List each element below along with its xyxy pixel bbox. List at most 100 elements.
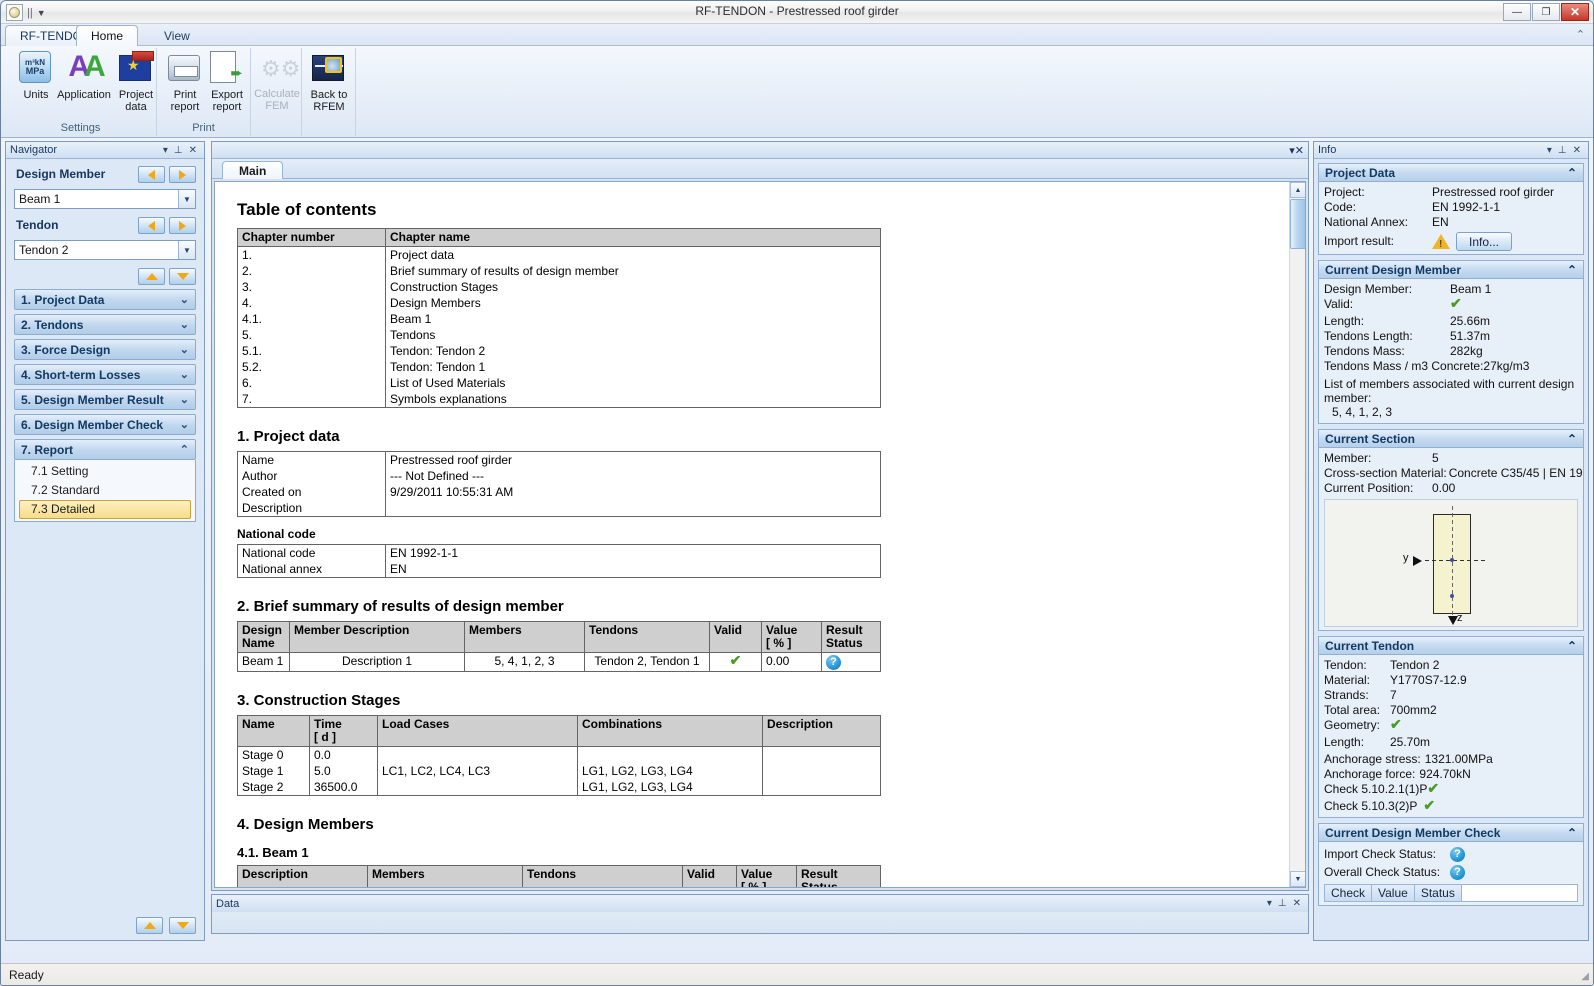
document-vertical-scrollbar[interactable]: ▲ ▼ — [1289, 182, 1305, 887]
cross-section-centroid-dot — [1450, 558, 1454, 562]
chevron-up-icon[interactable]: ⌃ — [1567, 263, 1577, 277]
toc-number: 5.2. — [237, 359, 386, 375]
question-mark-icon: ? — [826, 655, 841, 670]
document-close-icon[interactable]: ✕ — [1295, 144, 1304, 157]
field-value: EN 1992-1-1 — [385, 544, 881, 561]
navigator-body: Design Member Beam 1 ▼ Tendon Tendon 2 ▼… — [6, 159, 204, 940]
info-box-current-tendon-header[interactable]: Current Tendon ⌃ — [1318, 636, 1584, 655]
resize-grip-icon[interactable]: ◢ — [1581, 971, 1589, 982]
chevron-up-icon[interactable]: ⌃ — [1567, 639, 1577, 653]
sidebar-item-report-setting[interactable]: 7.1 Setting — [15, 462, 195, 481]
back-to-rfem-button[interactable]: Back to RFEM — [303, 51, 355, 117]
sidebar-item-report-standard[interactable]: 7.2 Standard — [15, 481, 195, 500]
ribbon-group-settings: m³kN MPa Units AA Application Project da… — [5, 48, 157, 136]
toc-header-chapter-number: Chapter number — [237, 228, 386, 247]
export-report-button[interactable]: Export report — [201, 51, 253, 117]
info-menu-icon[interactable]: ▾ — [1544, 145, 1555, 156]
info-box-check-header[interactable]: Current Design Member Check ⌃ — [1318, 823, 1584, 842]
navigator-bottom-buttons[interactable] — [136, 917, 196, 934]
info-row-check-2: Check 5.10.3(2)P ✔ — [1324, 798, 1578, 814]
sidebar-item-label: 2. Tendons — [21, 317, 84, 332]
design-member-next-button[interactable] — [169, 166, 196, 183]
sidebar-item-design-member-result[interactable]: 5. Design Member Result ⌄ — [14, 389, 196, 410]
cell-stage-name: Stage 1 — [237, 763, 310, 779]
sidebar-item-report[interactable]: 7. Report ⌃ — [14, 439, 196, 460]
sidebar-item-label: 6. Design Member Check — [21, 417, 164, 432]
scrollbar-thumb[interactable] — [1290, 199, 1305, 249]
import-info-button[interactable]: Info... — [1456, 232, 1512, 251]
chevron-down-icon[interactable]: ▼ — [178, 190, 195, 208]
field-label: National code — [237, 544, 386, 561]
step-up-button[interactable] — [138, 268, 165, 285]
sidebar-item-design-member-check[interactable]: 6. Design Member Check ⌄ — [14, 414, 196, 435]
navigator-step-buttons[interactable] — [134, 268, 196, 285]
scroll-up-button[interactable]: ▲ — [1290, 182, 1305, 198]
info-close-icon[interactable]: ✕ — [1570, 145, 1584, 156]
collapse-ribbon-icon[interactable]: ⌃ — [1576, 28, 1585, 41]
scroll-down-button[interactable]: ▼ — [1290, 871, 1305, 887]
tab-view[interactable]: View — [149, 25, 205, 46]
y-axis-arrow-icon — [1413, 556, 1422, 566]
sidebar-item-report-detailed[interactable]: 7.3 Detailed — [19, 500, 191, 519]
tendon-prev-button[interactable] — [138, 217, 165, 234]
step-down-button[interactable] — [169, 268, 196, 285]
units-button[interactable]: m³kN MPa Units — [10, 51, 62, 117]
chevron-down-icon[interactable]: ⌄ — [180, 318, 189, 331]
table-row: Beam 1 Description 1 5, 4, 1, 2, 3 Tendo… — [237, 652, 881, 672]
chevron-down-icon[interactable]: ⌄ — [180, 293, 189, 306]
navigator-pin-icon[interactable]: ⊥ — [171, 145, 186, 156]
ribbon-group-calculate: ⚙⚙ Calculate FEM — [251, 48, 302, 136]
sidebar-item-tendons[interactable]: 2. Tendons ⌄ — [14, 314, 196, 335]
chevron-up-icon[interactable]: ⌃ — [1567, 826, 1577, 840]
maximize-button[interactable]: ❐ — [1532, 3, 1560, 21]
navigator-close-icon[interactable]: ✕ — [186, 145, 200, 156]
sidebar-item-short-term-losses[interactable]: 4. Short-term Losses ⌄ — [14, 364, 196, 385]
navigator-scroll-up-button[interactable] — [136, 917, 163, 934]
project-data-button[interactable]: Project data — [110, 51, 162, 117]
info-box-project-data-header[interactable]: Project Data ⌃ — [1318, 163, 1584, 182]
stages-header-load-cases: Load Cases — [377, 715, 578, 747]
application-button[interactable]: AA Application — [57, 51, 111, 117]
table-header-row: Name Time [ d ] Load Cases Combinations … — [237, 715, 881, 747]
tendon-combo[interactable]: Tendon 2 ▼ — [14, 240, 196, 260]
section-2-heading: 2. Brief summary of results of design me… — [237, 598, 564, 615]
tab-main[interactable]: Main — [222, 161, 284, 179]
design-member-nav-buttons[interactable] — [138, 166, 196, 183]
info-box-title: Current Section — [1325, 431, 1416, 446]
chevron-down-icon[interactable]: ⌄ — [180, 343, 189, 356]
navigator-scroll-down-button[interactable] — [169, 917, 196, 934]
cross-section-tendon-dot — [1450, 594, 1454, 598]
minimize-button[interactable]: — — [1503, 3, 1531, 21]
info-box-title: Current Design Member Check — [1325, 825, 1501, 840]
tendon-nav-buttons[interactable] — [138, 217, 196, 234]
data-panel-pin-icon[interactable]: ⊥ — [1275, 898, 1290, 909]
sidebar-item-project-data[interactable]: 1. Project Data ⌄ — [14, 289, 196, 310]
info-box-title: Current Tendon — [1325, 638, 1415, 653]
chevron-up-icon[interactable]: ⌃ — [1567, 432, 1577, 446]
design-member-combo[interactable]: Beam 1 ▼ — [14, 189, 196, 209]
info-box-current-section-header[interactable]: Current Section ⌃ — [1318, 429, 1584, 448]
sidebar-item-force-design[interactable]: 3. Force Design ⌄ — [14, 339, 196, 360]
chevron-up-icon[interactable]: ⌃ — [180, 443, 189, 456]
info-row-total-area: Total area: 700mm2 — [1324, 703, 1578, 718]
design-member-prev-button[interactable] — [138, 166, 165, 183]
tab-home[interactable]: Home — [76, 25, 139, 46]
chevron-down-icon[interactable]: ⌄ — [180, 418, 189, 431]
info-pin-icon[interactable]: ⊥ — [1555, 145, 1570, 156]
close-button[interactable]: ✕ — [1561, 3, 1589, 21]
chevron-down-icon[interactable]: ⌄ — [180, 368, 189, 381]
chevron-down-icon[interactable]: ▼ — [178, 241, 195, 259]
cell-result-status: ? — [821, 652, 881, 672]
navigator-menu-icon[interactable]: ▾ — [160, 145, 171, 156]
window-controls[interactable]: — ❐ ✕ — [1503, 3, 1589, 21]
chevron-up-icon[interactable]: ⌃ — [1567, 166, 1577, 180]
members-header-result-status: Result Status — [796, 865, 881, 887]
tendon-next-button[interactable] — [169, 217, 196, 234]
info-label: Strands: — [1324, 688, 1369, 702]
data-panel-menu-icon[interactable]: ▾ — [1264, 898, 1275, 909]
summary-header-design-name: Design Name — [237, 621, 290, 653]
info-box-current-design-member-header[interactable]: Current Design Member ⌃ — [1318, 260, 1584, 279]
sidebar-item-label: 3. Force Design — [21, 342, 111, 357]
data-panel-close-icon[interactable]: ✕ — [1290, 898, 1304, 909]
chevron-down-icon[interactable]: ⌄ — [180, 393, 189, 406]
